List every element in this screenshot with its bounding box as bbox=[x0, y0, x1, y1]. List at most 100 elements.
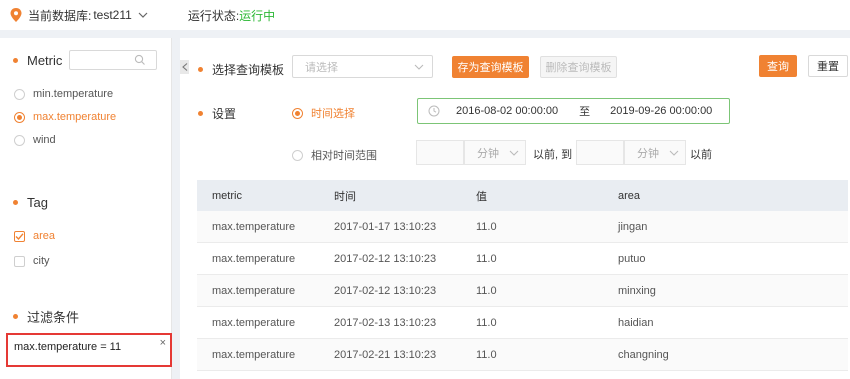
relative-range-label: 相对时间范围 bbox=[311, 150, 377, 162]
chevron-left-icon bbox=[181, 63, 187, 71]
tag-option-label: area bbox=[33, 230, 56, 242]
cell-time: 2017-01-17 13:10:23 bbox=[334, 220, 437, 233]
section-dot-icon bbox=[13, 58, 18, 63]
panel-separator bbox=[172, 38, 180, 379]
table-row[interactable]: max.temperature 2017-02-21 13:10:23 11.0… bbox=[197, 339, 848, 371]
date-range-separator: 至 bbox=[579, 106, 591, 118]
checkbox-checked[interactable] bbox=[14, 230, 25, 242]
relative-start-input[interactable] bbox=[416, 140, 464, 165]
chevron-down-icon bbox=[669, 150, 679, 156]
cell-metric: max.temperature bbox=[212, 252, 296, 265]
column-header-area[interactable]: area bbox=[618, 190, 848, 202]
metric-option-min-temperature[interactable]: min.temperature bbox=[14, 88, 113, 100]
run-status-value: 运行中 bbox=[239, 8, 276, 23]
cell-value: 11.0 bbox=[476, 284, 497, 297]
column-header-metric[interactable]: metric bbox=[197, 190, 334, 202]
date-range-picker[interactable]: 2016-08-02 00:00:00 至 2019-09-26 00:00:0… bbox=[417, 98, 730, 124]
collapse-sidebar-button[interactable] bbox=[180, 60, 189, 74]
table-header: metric 时间 值 area bbox=[197, 180, 848, 211]
radio-button[interactable] bbox=[14, 88, 25, 100]
cell-metric: max.temperature bbox=[212, 220, 296, 233]
reset-button[interactable]: 重置 bbox=[808, 55, 848, 77]
table-body: max.temperature 2017-01-17 13:10:23 11.0… bbox=[197, 211, 848, 371]
location-pin-icon bbox=[10, 8, 22, 22]
table-row[interactable]: max.temperature 2017-01-17 13:10:23 11.0… bbox=[197, 211, 848, 243]
tag-option-city[interactable]: city bbox=[14, 255, 50, 267]
chevron-down-icon[interactable] bbox=[138, 10, 148, 20]
query-template-select[interactable]: 请选择 bbox=[292, 55, 433, 78]
settings-text: 设置 bbox=[212, 107, 237, 121]
chevron-down-icon bbox=[509, 150, 519, 156]
results-table: metric 时间 值 area max.temperature 2017-01… bbox=[197, 180, 848, 371]
tag-option-label: city bbox=[33, 255, 50, 267]
unit-label: 分钟 bbox=[477, 147, 499, 160]
section-dot-icon bbox=[13, 314, 18, 319]
settings-label: 设置 bbox=[198, 105, 236, 122]
metric-section-title: Metric bbox=[13, 53, 62, 68]
search-icon[interactable] bbox=[134, 54, 146, 66]
top-bar: 当前数据库: test211 运行状态: 运行中 bbox=[0, 0, 850, 30]
before-to-text: 以前, 到 bbox=[533, 149, 573, 161]
clock-icon bbox=[428, 105, 440, 117]
query-button[interactable]: 查询 bbox=[759, 55, 797, 77]
metric-option-label: min.temperature bbox=[33, 88, 114, 100]
unit-label: 分钟 bbox=[637, 147, 659, 160]
radio-button[interactable] bbox=[14, 134, 25, 146]
metric-option-max-temperature[interactable]: max.temperature bbox=[14, 111, 116, 123]
cell-area: jingan bbox=[618, 220, 648, 233]
cell-area: minxing bbox=[618, 284, 656, 297]
time-select-option[interactable]: 时间选择 bbox=[292, 105, 355, 121]
time-select-label: 时间选择 bbox=[311, 108, 355, 120]
current-db-label: 当前数据库: bbox=[28, 8, 92, 23]
cell-value: 11.0 bbox=[476, 316, 497, 329]
cell-area: putuo bbox=[618, 252, 646, 265]
column-header-time[interactable]: 时间 bbox=[334, 188, 476, 204]
close-icon[interactable]: × bbox=[160, 337, 166, 349]
cell-value: 11.0 bbox=[476, 348, 497, 361]
save-template-button[interactable]: 存为查询模板 bbox=[452, 56, 529, 78]
cell-metric: max.temperature bbox=[212, 348, 296, 361]
cell-area: changning bbox=[618, 348, 669, 361]
relative-end-input[interactable] bbox=[576, 140, 624, 165]
query-template-label: 选择查询模板 bbox=[198, 61, 284, 78]
table-row[interactable]: max.temperature 2017-02-12 13:10:23 11.0… bbox=[197, 243, 848, 275]
relative-start-unit-select[interactable]: 分钟 bbox=[464, 140, 526, 165]
section-dot-icon bbox=[13, 200, 18, 205]
tag-section-title: Tag bbox=[13, 195, 48, 210]
header-divider bbox=[0, 30, 850, 38]
current-db-value[interactable]: test211 bbox=[93, 8, 131, 22]
check-icon bbox=[15, 232, 24, 240]
cell-time: 2017-02-12 13:10:23 bbox=[334, 252, 437, 265]
cell-time: 2017-02-12 13:10:23 bbox=[334, 284, 437, 297]
filter-condition-text: max.temperature = 11 bbox=[14, 341, 122, 353]
cell-value: 11.0 bbox=[476, 252, 497, 265]
relative-range-option[interactable]: 相对时间范围 bbox=[292, 147, 377, 163]
tag-title-text: Tag bbox=[27, 195, 48, 210]
table-row[interactable]: max.temperature 2017-02-13 13:10:23 11.0… bbox=[197, 307, 848, 339]
table-row[interactable]: max.temperature 2017-02-12 13:10:23 11.0… bbox=[197, 275, 848, 307]
metric-option-label: max.temperature bbox=[33, 111, 117, 123]
section-dot-icon bbox=[198, 67, 203, 72]
cell-area: haidian bbox=[618, 316, 654, 329]
end-date[interactable]: 2019-09-26 00:00:00 bbox=[610, 105, 712, 117]
metric-title-text: Metric bbox=[27, 53, 63, 68]
cell-time: 2017-02-13 13:10:23 bbox=[334, 316, 437, 329]
cell-metric: max.temperature bbox=[212, 284, 296, 297]
metric-option-wind[interactable]: wind bbox=[14, 134, 56, 146]
radio-button-selected[interactable] bbox=[14, 111, 25, 123]
cell-value: 11.0 bbox=[476, 220, 497, 233]
relative-end-unit-select[interactable]: 分钟 bbox=[624, 140, 686, 165]
cell-metric: max.temperature bbox=[212, 316, 296, 329]
checkbox[interactable] bbox=[14, 255, 25, 267]
section-dot-icon bbox=[198, 111, 203, 116]
start-date[interactable]: 2016-08-02 00:00:00 bbox=[456, 105, 558, 117]
tag-option-area[interactable]: area bbox=[14, 230, 55, 242]
filter-section-title: 过滤条件 bbox=[13, 307, 79, 326]
query-template-text: 选择查询模板 bbox=[212, 63, 285, 77]
metric-option-label: wind bbox=[33, 134, 56, 146]
radio-button[interactable] bbox=[292, 149, 303, 161]
column-header-value[interactable]: 值 bbox=[476, 188, 618, 204]
delete-template-button[interactable]: 删除查询模板 bbox=[540, 56, 617, 78]
radio-button-selected[interactable] bbox=[292, 107, 303, 119]
filter-title-text: 过滤条件 bbox=[27, 310, 80, 325]
